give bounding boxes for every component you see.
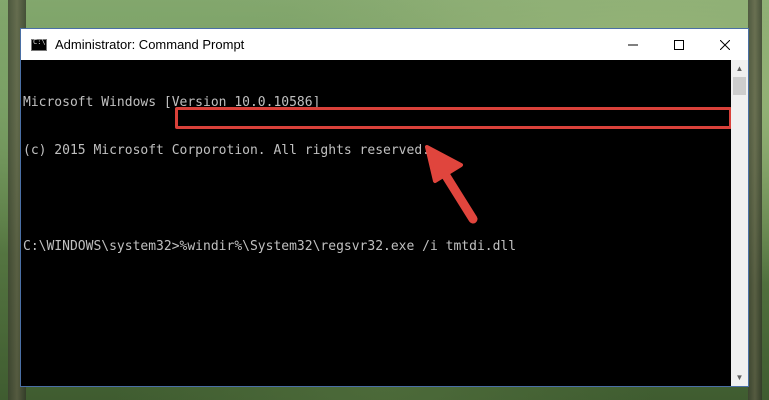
red-arrow-icon xyxy=(425,145,478,224)
background-tree-trunk xyxy=(748,0,762,400)
annotation-arrow-icon xyxy=(425,145,478,224)
command-prompt-window[interactable]: Administrator: Command Prompt Microsoft … xyxy=(20,28,749,387)
